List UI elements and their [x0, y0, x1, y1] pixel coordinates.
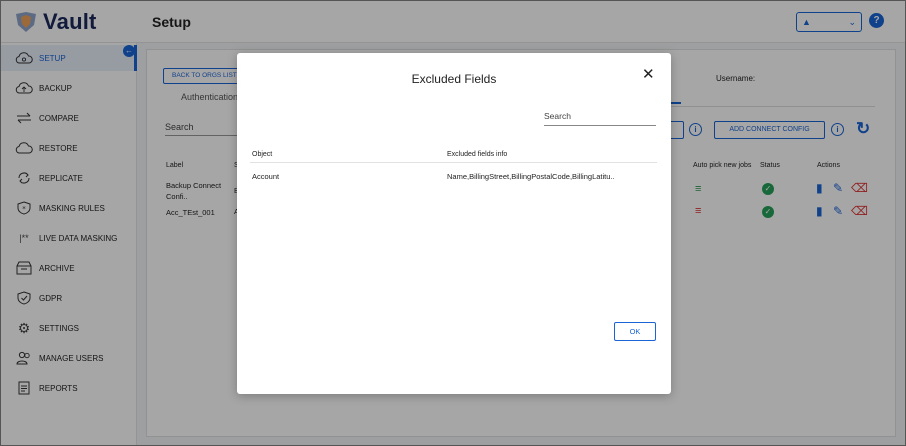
- ok-button[interactable]: OK: [614, 322, 656, 341]
- close-icon[interactable]: ✕: [642, 67, 655, 82]
- excluded-fields-dialog: Excluded Fields ✕ Search Object Excluded…: [237, 53, 671, 394]
- app-window: Vault Setup ▲ ⌄ ? SETUP BACKUP COMPARE R…: [0, 0, 906, 446]
- column-header-object: Object: [252, 151, 273, 158]
- table-header-divider: [250, 162, 657, 163]
- table-row-object: Account: [252, 172, 280, 181]
- table-row-fields: Name,BillingStreet,BillingPostalCode,Bil…: [447, 172, 615, 181]
- search-input[interactable]: Search: [544, 111, 656, 126]
- column-header-excluded-fields: Excluded fields info: [447, 151, 508, 158]
- dialog-title: Excluded Fields: [411, 72, 497, 86]
